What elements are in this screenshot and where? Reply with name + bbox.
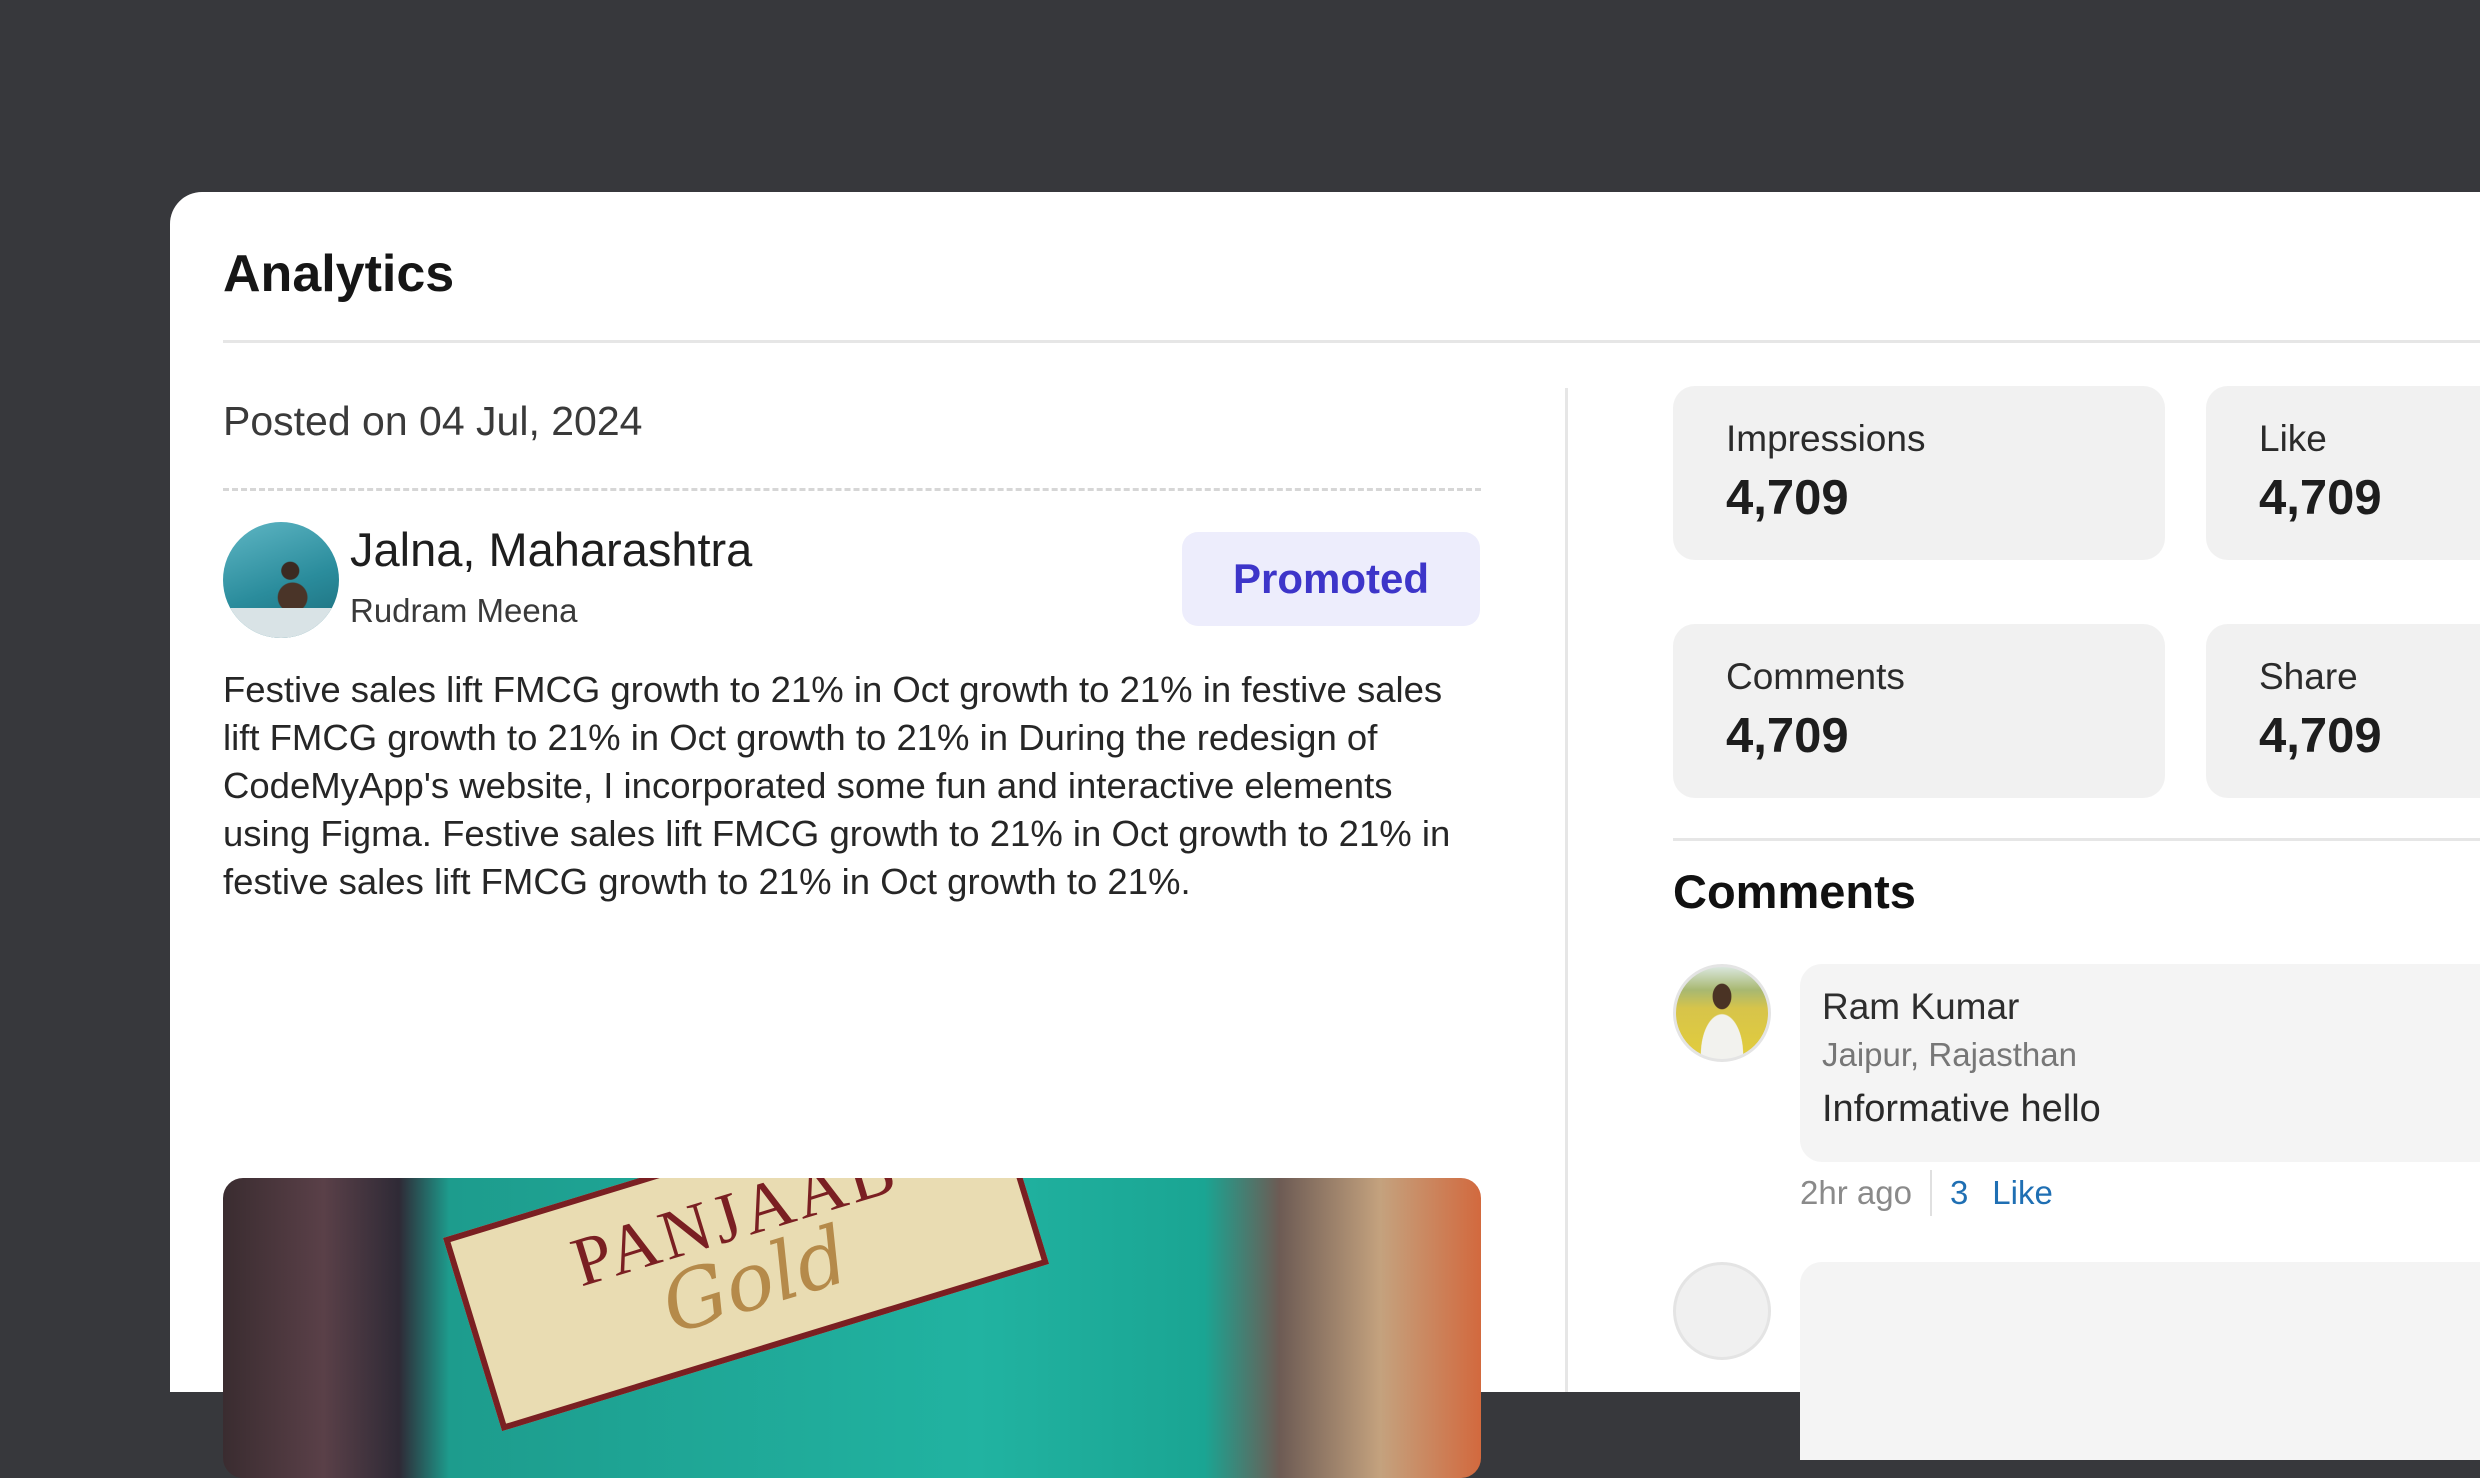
stat-value: 4,709: [1726, 471, 1849, 525]
comment-time: 2hr ago: [1800, 1174, 1912, 1211]
comment-meta: 2hr ago 3 Like: [1800, 1170, 2053, 1216]
comment-bubble: [1800, 1262, 2480, 1460]
product-label: PANJAAB Gold: [443, 1178, 1050, 1432]
stat-label: Share: [2259, 656, 2358, 697]
stat-card-share: Share 4,709: [2206, 624, 2480, 798]
author-location: Jalna, Maharashtra: [350, 523, 753, 576]
commenter-location: Jaipur, Rajasthan: [1822, 1036, 2077, 1073]
stat-label: Comments: [1726, 656, 1905, 697]
commenter-avatar[interactable]: [1673, 964, 1771, 1062]
comment-like-button[interactable]: Like: [1992, 1174, 2053, 1212]
comment-bubble: Ram Kumar Jaipur, Rajasthan Informative …: [1800, 964, 2480, 1162]
comments-divider: [1673, 838, 2480, 841]
post-body: Festive sales lift FMCG growth to 21% in…: [223, 669, 1451, 902]
stat-label: Impressions: [1726, 418, 1926, 459]
stat-card-like: Like 4,709: [2206, 386, 2480, 560]
author-avatar[interactable]: [223, 522, 339, 638]
posted-date: Posted on 04 Jul, 2024: [223, 398, 643, 444]
commenter-avatar[interactable]: [1673, 1262, 1771, 1360]
stat-value: 4,709: [2259, 709, 2382, 763]
stat-label: Like: [2259, 418, 2327, 459]
stat-card-impressions: Impressions 4,709: [1673, 386, 2165, 560]
analytics-panel: Analytics Posted on 04 Jul, 2024 Jalna, …: [170, 192, 2480, 1478]
page-title: Analytics: [223, 245, 455, 303]
meta-separator: [1929, 1170, 1932, 1216]
author-name: Rudram Meena: [350, 592, 578, 629]
column-divider: [1565, 388, 1568, 1392]
commenter-name[interactable]: Ram Kumar: [1822, 986, 2019, 1028]
post-image[interactable]: PANJAAB Gold: [223, 1178, 1481, 1478]
comments-heading: Comments: [1673, 865, 1916, 918]
stat-value: 4,709: [1726, 709, 1849, 763]
stat-card-comments: Comments 4,709: [1673, 624, 2165, 798]
title-divider: [223, 340, 2480, 343]
promoted-badge[interactable]: Promoted: [1182, 532, 1480, 626]
comment-like-count: 3: [1949, 1174, 1969, 1211]
stat-value: 4,709: [2259, 471, 2382, 525]
dashed-divider: [223, 488, 1481, 491]
comment-text: Informative hello: [1822, 1088, 2101, 1130]
